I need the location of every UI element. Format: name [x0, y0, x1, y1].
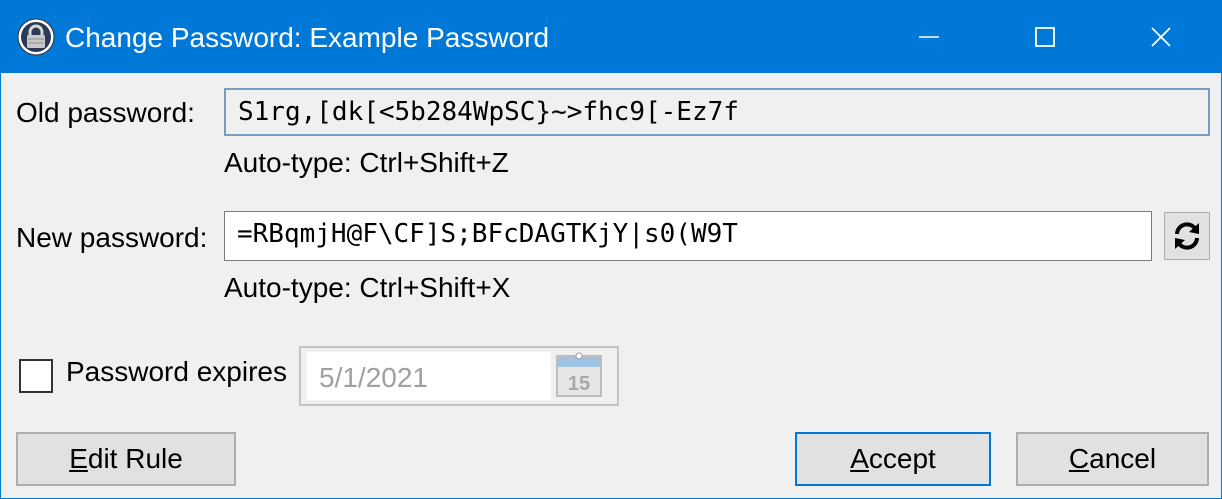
maximize-button[interactable] — [987, 1, 1103, 73]
maximize-icon — [1035, 27, 1055, 47]
expiry-date-value: 5/1/2021 — [319, 362, 428, 393]
cancel-mnemonic: C — [1068, 443, 1090, 474]
close-icon — [1151, 27, 1171, 47]
minimize-button[interactable] — [871, 1, 987, 73]
window-title: Change Password: Example Password — [65, 22, 550, 53]
accept-button[interactable]: Accept — [795, 432, 991, 486]
calendar-day-text: 15 — [568, 373, 590, 395]
refresh-icon — [1175, 222, 1199, 250]
title-bar[interactable]: Change Password: Example Password — [1, 1, 1221, 73]
keepass-lock-icon — [17, 18, 55, 56]
old-autotype-hint: Auto-type: Ctrl+Shift+Z — [224, 147, 509, 178]
password-expires-checkbox[interactable] — [19, 359, 53, 393]
change-password-dialog: Change Password: Example Password Old pa… — [0, 0, 1222, 499]
minimize-icon — [919, 36, 939, 38]
old-password-label: Old password: — [16, 97, 195, 128]
edit-rule-button[interactable]: Edit Rule — [16, 432, 236, 486]
close-button[interactable] — [1103, 1, 1219, 73]
expiry-date-picker[interactable]: 5/1/2021 15 — [299, 346, 619, 406]
accept-mnemonic: A — [850, 443, 869, 474]
edit-rule-label: dit Rule — [87, 443, 183, 474]
expiry-date-input: 5/1/2021 — [307, 352, 551, 400]
cancel-label: ancel — [1089, 443, 1157, 474]
generate-password-button[interactable] — [1164, 212, 1210, 260]
password-expires-label[interactable]: Password expires — [66, 355, 287, 389]
edit-rule-mnemonic: E — [69, 443, 88, 474]
new-password-field[interactable]: =RBqmjH@F\CF]S;BFcDAGTKjY|s0(W9T — [224, 211, 1152, 261]
new-password-label: New password: — [16, 222, 208, 253]
old-password-field[interactable]: S1rg,[dk[<5b284WpSC}~>fhc9[-Ez7f — [224, 88, 1210, 136]
new-autotype-hint: Auto-type: Ctrl+Shift+X — [224, 272, 511, 303]
calendar-icon[interactable]: 15 — [555, 352, 603, 398]
accept-label: ccept — [868, 443, 936, 474]
cancel-button[interactable]: Cancel — [1016, 432, 1209, 486]
